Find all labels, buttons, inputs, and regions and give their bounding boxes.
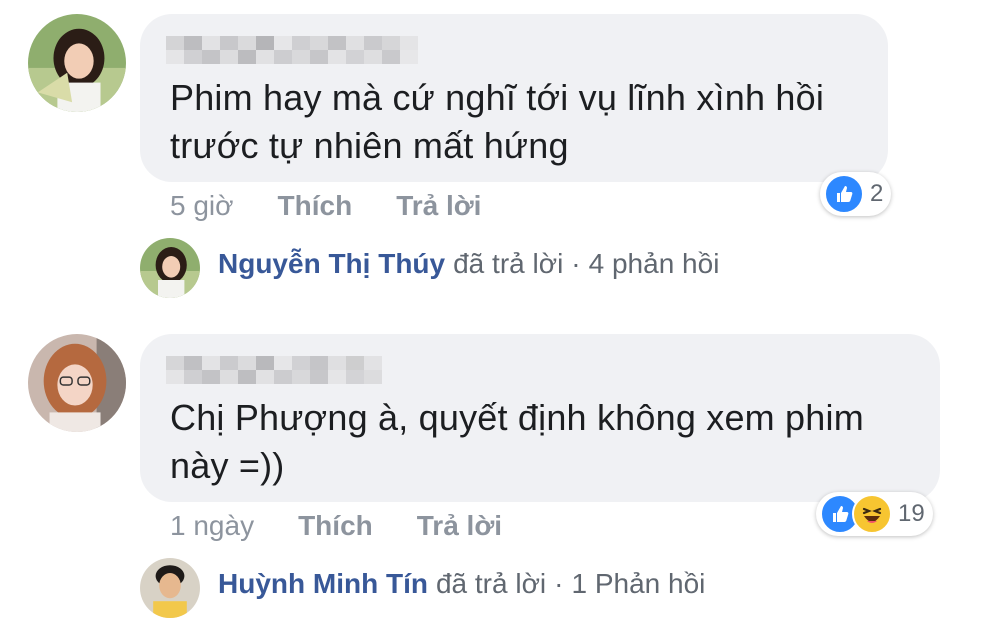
comment-timestamp[interactable]: 5 giờ xyxy=(170,190,234,222)
like-button[interactable]: Thích xyxy=(298,510,373,542)
reply-count[interactable]: 1 Phản hồi xyxy=(571,568,705,600)
avatar-photo xyxy=(28,334,126,432)
reply-action-text: đã trả lời xyxy=(435,568,547,599)
reaction-count: 19 xyxy=(898,500,925,527)
avatar-photo xyxy=(28,14,126,112)
like-button[interactable]: Thích xyxy=(278,190,353,222)
avatar-photo xyxy=(140,558,200,618)
reply-button[interactable]: Trả lời xyxy=(417,510,502,542)
comment-bubble: Phim hay mà cứ nghĩ tới vụ lĩnh xình hồi… xyxy=(140,14,888,182)
reply-button[interactable]: Trả lời xyxy=(396,190,481,222)
blurred-commenter-name xyxy=(166,356,382,384)
reply-summary[interactable]: Huỳnh Minh Tín đã trả lời · 1 Phản hồi xyxy=(218,568,705,600)
separator-dot: · xyxy=(571,248,581,279)
avatar-photo xyxy=(140,238,200,298)
reply-action-text: đã trả lời xyxy=(453,248,564,279)
separator-dot: · xyxy=(554,568,564,599)
replier-avatar[interactable] xyxy=(140,238,200,298)
like-icon xyxy=(824,174,864,214)
reaction-summary[interactable]: 2 xyxy=(820,172,892,216)
comment-timestamp[interactable]: 1 ngày xyxy=(170,510,254,542)
comment-actions: 1 ngày Thích Trả lời xyxy=(170,510,502,542)
comment-actions: 5 giờ Thích Trả lời xyxy=(170,190,481,222)
comment-text: Phim hay mà cứ nghĩ tới vụ lĩnh xình hồi… xyxy=(170,77,825,166)
comment-bubble: Chị Phượng à, quyết định không xem phim … xyxy=(140,334,940,502)
replier-avatar[interactable] xyxy=(140,558,200,618)
commenter-avatar[interactable] xyxy=(28,14,126,112)
reply-summary[interactable]: Nguyễn Thị Thúy đã trả lời · 4 phản hồi xyxy=(218,248,719,280)
replier-name[interactable]: Huỳnh Minh Tín xyxy=(218,568,428,600)
reply-count[interactable]: 4 phản hồi xyxy=(589,248,720,280)
reaction-count: 2 xyxy=(870,180,884,207)
comment-text: Chị Phượng à, quyết định không xem phim … xyxy=(170,397,864,486)
commenter-avatar[interactable] xyxy=(28,334,126,432)
haha-icon xyxy=(852,494,892,534)
blurred-commenter-name xyxy=(166,36,418,64)
replier-name[interactable]: Nguyễn Thị Thúy xyxy=(218,248,445,280)
reaction-summary[interactable]: 19 xyxy=(816,492,933,536)
